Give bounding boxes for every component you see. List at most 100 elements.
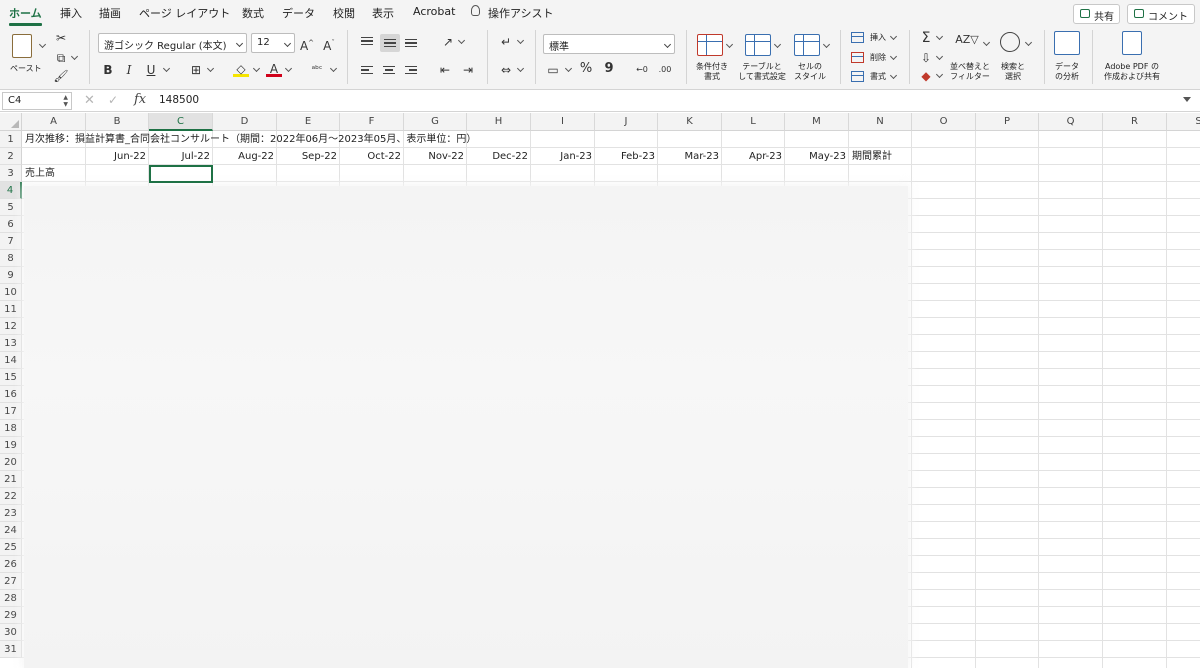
- row-header[interactable]: 26: [0, 556, 22, 573]
- period-total-header-cell[interactable]: 期間累計: [849, 148, 912, 165]
- comment-button[interactable]: コメント: [1127, 4, 1195, 24]
- row-header[interactable]: 25: [0, 539, 22, 556]
- copy-icon[interactable]: ⧉: [53, 50, 69, 66]
- row-header[interactable]: 7: [0, 233, 22, 250]
- tab-home[interactable]: ホーム: [9, 5, 42, 26]
- tab-review[interactable]: 校閲: [333, 5, 355, 21]
- row-header[interactable]: 30: [0, 624, 22, 641]
- wrap-text-icon[interactable]: ↵: [498, 34, 514, 50]
- row-header[interactable]: 11: [0, 301, 22, 318]
- expand-formula-bar-icon[interactable]: [1183, 97, 1191, 102]
- column-header[interactable]: E: [277, 113, 340, 131]
- row-header[interactable]: 24: [0, 522, 22, 539]
- row-header[interactable]: 16: [0, 386, 22, 403]
- autosum-caret[interactable]: [935, 32, 944, 41]
- column-header[interactable]: L: [722, 113, 785, 131]
- accounting-caret[interactable]: [564, 64, 573, 73]
- increase-indent-icon[interactable]: ⇥: [460, 62, 476, 78]
- row-header[interactable]: 8: [0, 250, 22, 267]
- cut-icon[interactable]: ✂: [53, 30, 69, 46]
- confirm-edit-icon[interactable]: ✓: [108, 93, 118, 107]
- insert-cells-label[interactable]: 挿入: [870, 33, 886, 43]
- row-header[interactable]: 20: [0, 454, 22, 471]
- font-color-icon[interactable]: A: [266, 61, 282, 77]
- clear-caret[interactable]: [935, 70, 944, 79]
- format-caret[interactable]: [889, 71, 898, 80]
- cell-styles-icon[interactable]: [794, 34, 820, 56]
- font-name-select[interactable]: 游ゴシック Regular (本文): [98, 33, 247, 53]
- paste-icon[interactable]: [12, 34, 32, 58]
- tell-me-search[interactable]: 操作アシスト: [488, 5, 554, 21]
- revenue-label-cell[interactable]: 売上高: [22, 165, 86, 182]
- adobe-pdf-icon[interactable]: [1122, 31, 1142, 55]
- font-size-select[interactable]: 12: [251, 33, 295, 53]
- conditional-format-icon[interactable]: [697, 34, 723, 56]
- row-header[interactable]: 17: [0, 403, 22, 420]
- column-header[interactable]: F: [340, 113, 404, 131]
- autosum-icon[interactable]: Σ: [918, 30, 934, 46]
- fill-color-icon[interactable]: ◇: [233, 61, 249, 77]
- clear-icon[interactable]: ◆: [918, 68, 934, 84]
- column-header[interactable]: H: [467, 113, 531, 131]
- insert-cells-icon[interactable]: [851, 32, 864, 43]
- format-as-table-icon[interactable]: [745, 34, 771, 56]
- copy-caret[interactable]: [70, 52, 79, 61]
- align-center-icon[interactable]: [383, 66, 395, 76]
- orientation-caret[interactable]: [457, 36, 466, 45]
- column-header[interactable]: S: [1167, 113, 1200, 131]
- percent-button[interactable]: %: [578, 61, 594, 77]
- row-header[interactable]: 1: [0, 131, 22, 148]
- insert-function-button[interactable]: fx: [134, 92, 146, 107]
- row-header[interactable]: 2: [0, 148, 22, 165]
- column-header[interactable]: R: [1103, 113, 1167, 131]
- row-header[interactable]: 19: [0, 437, 22, 454]
- paste-options-caret[interactable]: [38, 40, 47, 49]
- sort-filter-icon[interactable]: AZ▽: [952, 32, 982, 48]
- conditional-format-caret[interactable]: [725, 40, 734, 49]
- format-cells-label[interactable]: 書式: [870, 72, 886, 82]
- accounting-format-icon[interactable]: ▭: [545, 62, 561, 78]
- row-header[interactable]: 5: [0, 199, 22, 216]
- row-header[interactable]: 9: [0, 267, 22, 284]
- underline-caret[interactable]: [162, 64, 171, 73]
- increase-decimal-icon[interactable]: ←0: [634, 62, 650, 78]
- phonetic-icon[interactable]: ᵃᵇᶜ: [309, 62, 325, 78]
- row-header[interactable]: 13: [0, 335, 22, 352]
- row-header[interactable]: 31: [0, 641, 22, 658]
- tab-acrobat[interactable]: Acrobat: [413, 5, 455, 18]
- column-header[interactable]: D: [213, 113, 277, 131]
- merge-center-icon[interactable]: ⇔: [498, 62, 514, 78]
- row-header[interactable]: 29: [0, 607, 22, 624]
- fill-icon[interactable]: ⇩: [918, 50, 934, 66]
- tab-data[interactable]: データ: [282, 5, 315, 21]
- row-header[interactable]: 21: [0, 471, 22, 488]
- column-header[interactable]: K: [658, 113, 722, 131]
- align-right-icon[interactable]: [405, 66, 417, 76]
- active-cell-c4[interactable]: [149, 165, 213, 183]
- tab-insert[interactable]: 挿入: [60, 5, 82, 21]
- month-header-cell[interactable]: Jan-23: [531, 148, 595, 165]
- cancel-edit-icon[interactable]: ✕: [84, 93, 95, 108]
- column-header[interactable]: N: [849, 113, 912, 131]
- row-header[interactable]: 23: [0, 505, 22, 522]
- column-header[interactable]: J: [595, 113, 658, 131]
- row-header[interactable]: 22: [0, 488, 22, 505]
- name-box-spinner-icon[interactable]: ▲ ▼: [63, 94, 68, 108]
- fill-color-caret[interactable]: [252, 64, 261, 73]
- row-header[interactable]: 18: [0, 420, 22, 437]
- row-header[interactable]: 4: [0, 182, 22, 199]
- font-color-caret[interactable]: [284, 64, 293, 73]
- tab-draw[interactable]: 描画: [99, 5, 121, 21]
- decrease-decimal-icon[interactable]: .00: [657, 62, 673, 78]
- delete-cells-icon[interactable]: [851, 52, 864, 63]
- align-left-icon[interactable]: [361, 66, 373, 76]
- spreadsheet-grid[interactable]: A B C D E F G H I J K L M N O P Q R S 1 2 3 4 5 6 7 8 9 10 11 12 13 14 15…: [0, 113, 1200, 668]
- row-header[interactable]: 14: [0, 352, 22, 369]
- month-header-cell[interactable]: Oct-22: [340, 148, 404, 165]
- month-header-cell[interactable]: Jul-22: [149, 148, 213, 165]
- fill-caret[interactable]: [935, 52, 944, 61]
- format-table-caret[interactable]: [773, 40, 782, 49]
- sheet-title-cell[interactable]: 月次推移：損益計算書_合同会社コンサルート（期間：2022年06月〜2023年0…: [22, 131, 722, 148]
- increase-font-icon[interactable]: A^: [299, 35, 315, 53]
- column-header[interactable]: B: [86, 113, 149, 131]
